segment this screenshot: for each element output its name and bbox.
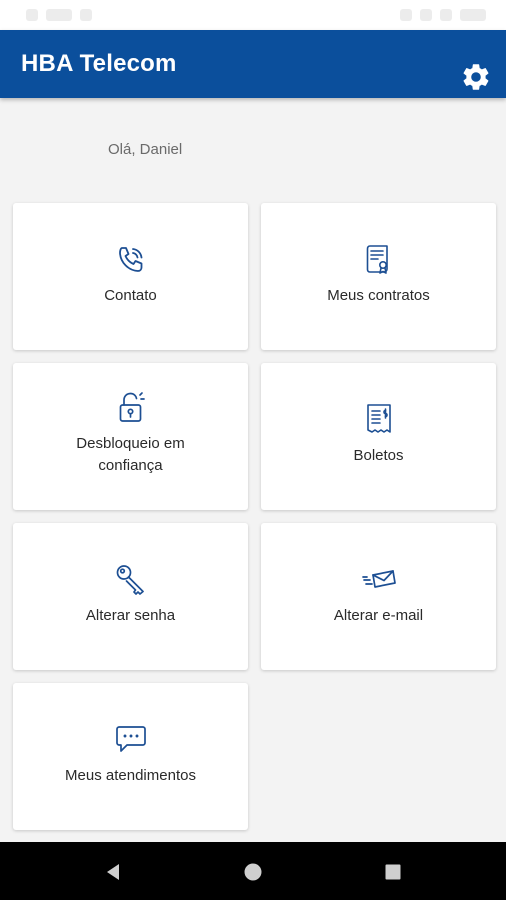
recents-icon[interactable] [382, 861, 404, 883]
battery-icon [440, 9, 452, 21]
clock [460, 9, 486, 21]
system-nav-bar [0, 842, 506, 900]
back-icon[interactable] [102, 861, 124, 883]
tile-label: Alterar senha [85, 607, 176, 624]
home-icon[interactable] [242, 861, 264, 883]
tile-label: Desbloqueio em [76, 435, 185, 452]
tile-label: Boletos [353, 447, 404, 464]
tile-label: Contato [104, 287, 157, 304]
key-icon [116, 565, 144, 595]
contract-icon [366, 245, 388, 274]
chat-bubble-icon [115, 726, 146, 752]
greeting-text: Olá, Daniel [108, 141, 183, 158]
unlock-icon [119, 392, 145, 422]
envelope-icon [361, 570, 396, 588]
tile-label: Meus atendimentos [65, 767, 196, 784]
tile-label: Alterar e-mail [333, 607, 424, 624]
app-title: HBA Telecom [21, 50, 177, 77]
tile-meus-atendimentos[interactable]: Meus atendimentos [13, 683, 248, 830]
notification-icon [26, 9, 38, 21]
tile-desbloqueio-em-confianca[interactable]: Desbloqueio em confiança [13, 363, 248, 510]
signal-icon [420, 9, 432, 21]
status-bar [0, 0, 506, 30]
invoice-icon [366, 404, 391, 433]
settings-gear-icon[interactable] [460, 61, 492, 93]
notification-icon [80, 9, 92, 21]
notification-icon [46, 9, 72, 21]
tile-alterar-e-mail[interactable]: Alterar e-mail [261, 523, 496, 670]
tile-alterar-senha[interactable]: Alterar senha [13, 523, 248, 670]
tile-label: confiança [98, 457, 163, 474]
phone-call-icon [118, 247, 142, 272]
tile-meus-contratos[interactable]: Meus contratos [261, 203, 496, 350]
wifi-icon [400, 9, 412, 21]
tile-contato[interactable]: Contato [13, 203, 248, 350]
tile-boletos[interactable]: Boletos [261, 363, 496, 510]
tile-label: Meus contratos [327, 287, 430, 304]
app-bar: HBA Telecom [0, 30, 506, 98]
